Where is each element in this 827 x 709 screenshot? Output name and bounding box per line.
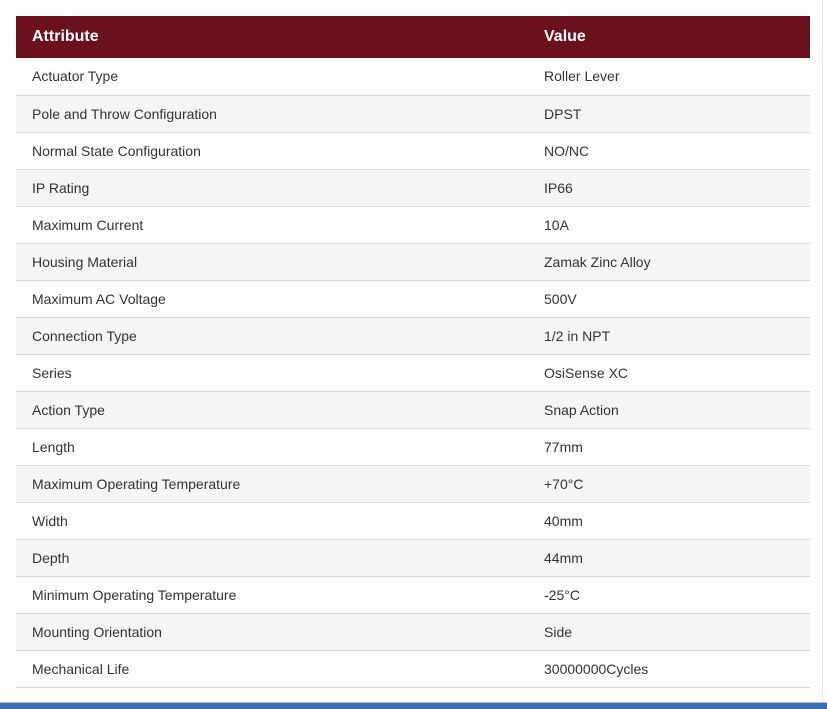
table-row: Action Type Snap Action [16, 391, 810, 429]
table-body: Actuator Type Roller Lever Pole and Throw… [16, 58, 810, 688]
table-row: IP Rating IP66 [16, 169, 810, 207]
value-cell: 1/2 in NPT [528, 317, 810, 355]
value-cell: -25°C [528, 576, 810, 614]
attribute-cell: Depth [16, 539, 528, 577]
value-cell: DPST [528, 95, 810, 133]
table-row: Maximum Operating Temperature +70°C [16, 465, 810, 503]
attribute-cell: Maximum Operating Temperature [16, 465, 528, 503]
table-row: Width 40mm [16, 502, 810, 540]
value-cell: Roller Lever [528, 58, 810, 96]
attribute-cell: Housing Material [16, 243, 528, 281]
value-cell: +70°C [528, 465, 810, 503]
table-row: Series OsiSense XC [16, 354, 810, 392]
header-attribute: Attribute [32, 28, 99, 45]
attribute-cell: IP Rating [16, 169, 528, 207]
value-cell: IP66 [528, 169, 810, 207]
attribute-cell: Minimum Operating Temperature [16, 576, 528, 614]
footer-bar [0, 703, 827, 709]
specifications-table: Attribute Value Actuator Type Roller Leve… [16, 16, 810, 688]
attribute-cell: Maximum AC Voltage [16, 280, 528, 318]
header-value: Value [544, 28, 586, 45]
table-row: Minimum Operating Temperature -25°C [16, 576, 810, 614]
value-cell: Side [528, 613, 810, 651]
attribute-cell: Width [16, 502, 528, 540]
table-row: Depth 44mm [16, 539, 810, 577]
value-cell: Zamak Zinc Alloy [528, 243, 810, 281]
attribute-cell: Maximum Current [16, 206, 528, 244]
attribute-cell: Normal State Configuration [16, 132, 528, 170]
table-row: Pole and Throw Configuration DPST [16, 95, 810, 133]
header-row: Attribute Value [16, 16, 810, 58]
attribute-cell: Mechanical Life [16, 650, 528, 688]
attribute-cell: Action Type [16, 391, 528, 429]
table-row: Mounting Orientation Side [16, 613, 810, 651]
table-row: Maximum Current 10A [16, 206, 810, 244]
spec-page: Attribute Value Actuator Type Roller Leve… [0, 0, 827, 709]
value-cell: 44mm [528, 539, 810, 577]
attribute-cell: Connection Type [16, 317, 528, 355]
table-row: Actuator Type Roller Lever [16, 58, 810, 96]
table-row: Normal State Configuration NO/NC [16, 132, 810, 170]
table-row: Housing Material Zamak Zinc Alloy [16, 243, 810, 281]
attribute-cell: Pole and Throw Configuration [16, 95, 528, 133]
value-cell: 500V [528, 280, 810, 318]
table-row: Connection Type 1/2 in NPT [16, 317, 810, 355]
attribute-cell: Series [16, 354, 528, 392]
table-row: Maximum AC Voltage 500V [16, 280, 810, 318]
value-cell: Snap Action [528, 391, 810, 429]
value-cell: OsiSense XC [528, 354, 810, 392]
table-row: Mechanical Life 30000000Cycles [16, 650, 810, 688]
value-cell: 40mm [528, 502, 810, 540]
table-row: Length 77mm [16, 428, 810, 466]
attribute-cell: Length [16, 428, 528, 466]
value-cell: 10A [528, 206, 810, 244]
value-cell: 30000000Cycles [528, 650, 810, 688]
value-cell: NO/NC [528, 132, 810, 170]
attribute-cell: Mounting Orientation [16, 613, 528, 651]
attribute-cell: Actuator Type [16, 58, 528, 96]
value-cell: 77mm [528, 428, 810, 466]
page-edge-divider [822, 0, 823, 703]
table-header: Attribute Value [16, 16, 810, 58]
